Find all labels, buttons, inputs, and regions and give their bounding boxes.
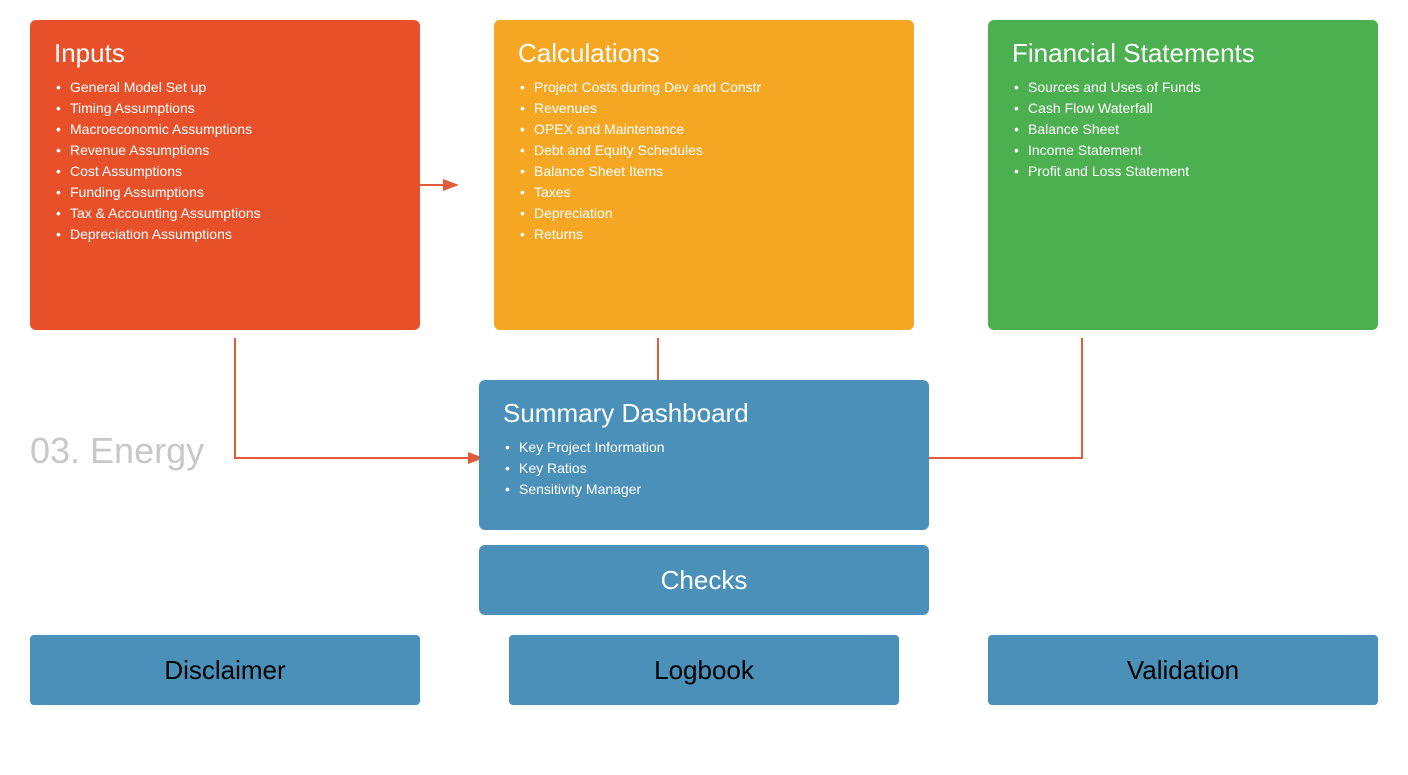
list-item: General Model Set up bbox=[54, 79, 396, 95]
list-item: Balance Sheet Items bbox=[518, 163, 890, 179]
logbook-box[interactable]: Logbook bbox=[509, 635, 899, 705]
list-item: Sources and Uses of Funds bbox=[1012, 79, 1354, 95]
checks-section: Checks bbox=[30, 545, 1378, 615]
list-item: Revenue Assumptions bbox=[54, 142, 396, 158]
financial-statements-title: Financial Statements bbox=[1012, 38, 1354, 69]
page-container: 03. Energy Inputs General Model Set up T… bbox=[0, 0, 1408, 775]
list-item: Key Ratios bbox=[503, 460, 905, 476]
list-item: Timing Assumptions bbox=[54, 100, 396, 116]
logbook-title: Logbook bbox=[654, 655, 754, 686]
validation-title: Validation bbox=[1127, 655, 1239, 686]
inputs-list: General Model Set up Timing Assumptions … bbox=[54, 79, 396, 242]
list-item: Taxes bbox=[518, 184, 890, 200]
calculations-list: Project Costs during Dev and Constr Reve… bbox=[518, 79, 890, 242]
inputs-box[interactable]: Inputs General Model Set up Timing Assum… bbox=[30, 20, 420, 330]
list-item: Income Statement bbox=[1012, 142, 1354, 158]
list-item: Cash Flow Waterfall bbox=[1012, 100, 1354, 116]
disclaimer-title: Disclaimer bbox=[164, 655, 285, 686]
list-item: Profit and Loss Statement bbox=[1012, 163, 1354, 179]
financial-statements-list: Sources and Uses of Funds Cash Flow Wate… bbox=[1012, 79, 1354, 179]
main-layout: 03. Energy Inputs General Model Set up T… bbox=[0, 0, 1408, 775]
list-item: Project Costs during Dev and Constr bbox=[518, 79, 890, 95]
calculations-box[interactable]: Calculations Project Costs during Dev an… bbox=[494, 20, 914, 330]
list-item: Tax & Accounting Assumptions bbox=[54, 205, 396, 221]
summary-dashboard-title: Summary Dashboard bbox=[503, 398, 905, 429]
list-item: Key Project Information bbox=[503, 439, 905, 455]
disclaimer-box[interactable]: Disclaimer bbox=[30, 635, 420, 705]
financial-statements-box[interactable]: Financial Statements Sources and Uses of… bbox=[988, 20, 1378, 330]
top-row: Inputs General Model Set up Timing Assum… bbox=[30, 20, 1378, 330]
list-item: Sensitivity Manager bbox=[503, 481, 905, 497]
calculations-title: Calculations bbox=[518, 38, 890, 69]
bottom-row: Disclaimer Logbook Validation bbox=[30, 635, 1378, 705]
list-item: Returns bbox=[518, 226, 890, 242]
list-item: Debt and Equity Schedules bbox=[518, 142, 890, 158]
list-item: Revenues bbox=[518, 100, 890, 116]
list-item: Funding Assumptions bbox=[54, 184, 396, 200]
list-item: Balance Sheet bbox=[1012, 121, 1354, 137]
summary-dashboard-box[interactable]: Summary Dashboard Key Project Informatio… bbox=[479, 380, 929, 530]
checks-box[interactable]: Checks bbox=[479, 545, 929, 615]
middle-section: Summary Dashboard Key Project Informatio… bbox=[30, 330, 1378, 530]
list-item: OPEX and Maintenance bbox=[518, 121, 890, 137]
list-item: Depreciation Assumptions bbox=[54, 226, 396, 242]
inputs-title: Inputs bbox=[54, 38, 396, 69]
checks-title: Checks bbox=[661, 565, 748, 596]
list-item: Depreciation bbox=[518, 205, 890, 221]
summary-dashboard-list: Key Project Information Key Ratios Sensi… bbox=[503, 439, 905, 497]
validation-box[interactable]: Validation bbox=[988, 635, 1378, 705]
list-item: Macroeconomic Assumptions bbox=[54, 121, 396, 137]
list-item: Cost Assumptions bbox=[54, 163, 396, 179]
